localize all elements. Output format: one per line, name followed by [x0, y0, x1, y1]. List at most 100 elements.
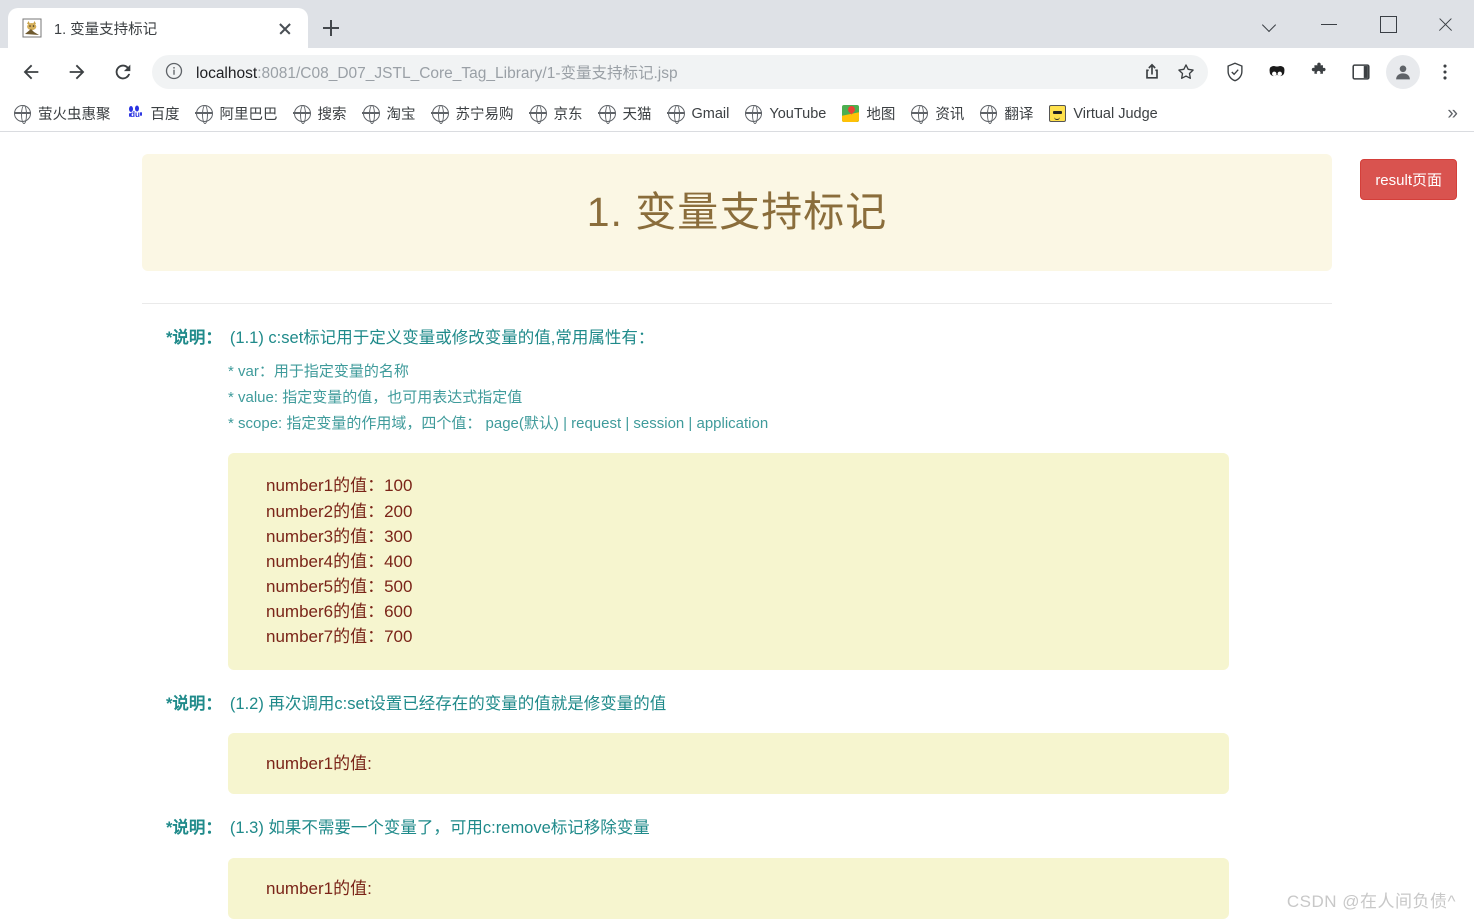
bookmark-label: 翻译 [1004, 107, 1034, 123]
note-text: (1.3) 如果不需要一个变量了，可用c:remove标记移除变量 [229, 819, 650, 838]
bookmark-item[interactable]: 搜索 [286, 99, 355, 128]
info-circle-icon[interactable] [164, 61, 186, 83]
output-row: number6的值：600 [266, 602, 413, 622]
browser-menu-button[interactable] [1428, 55, 1462, 89]
smiley-sunglasses-icon [1049, 105, 1067, 122]
attribute-list: * var：用于指定变量的名称 * value: 指定变量的值，也可用表达式指定… [228, 359, 1332, 438]
result-page-button[interactable]: result页面 [1360, 159, 1457, 200]
bookmark-item[interactable]: 苏宁易购 [424, 99, 522, 128]
globe-icon [979, 104, 998, 124]
bookmark-item[interactable]: 天猫 [591, 99, 660, 128]
note-text: (1.1) c:set标记用于定义变量或修改变量的值,常用属性有： [229, 329, 655, 348]
share-icon[interactable] [1136, 56, 1168, 88]
bookmark-label: 地图 [866, 107, 896, 123]
section-1-3: *说明： (1.3) 如果不需要一个变量了，可用c:remove标记移除变量 nu… [142, 816, 1332, 919]
output-row: number1的值：100 [266, 476, 413, 496]
bookmark-item[interactable]: YouTube [737, 101, 834, 126]
address-bar[interactable]: localhost:8081/C08_D07_JSTL_Core_Tag_Lib… [152, 55, 1208, 89]
bookmark-label: 萤火虫惠聚 [38, 107, 111, 123]
bookmark-label: 百度 [150, 107, 180, 123]
browser-tab[interactable]: 1. 变量支持标记 [8, 8, 308, 48]
globe-icon [598, 104, 616, 124]
url-host: localhost [196, 65, 258, 82]
reload-button[interactable] [105, 54, 141, 90]
baidu-icon [127, 105, 144, 122]
bookmarks-bar: 萤火虫惠聚 百度 阿里巴巴 搜索 淘宝 苏宁易购 京东 天猫 [0, 96, 1474, 132]
bookmark-item[interactable]: 阿里巴巴 [188, 99, 286, 128]
arrow-left-icon [23, 64, 39, 80]
minimize-button[interactable] [1300, 0, 1358, 48]
bookmark-item[interactable]: Gmail [660, 101, 738, 126]
bookmark-label: Virtual Judge [1073, 105, 1158, 122]
tab-title: 1. 变量支持标记 [54, 21, 158, 38]
url-path: :8081/C08_D07_JSTL_Core_Tag_Library/1-变量… [257, 65, 678, 82]
note-label: *说明： [166, 694, 222, 713]
bookmark-item[interactable]: 淘宝 [355, 99, 424, 128]
globe-icon [431, 104, 449, 124]
window-controls [1242, 0, 1474, 48]
bookmark-label: Gmail [691, 105, 730, 122]
puzzle-piece-icon[interactable] [1302, 55, 1336, 89]
web-page: 1. 变量支持标记 result页面 *说明： (1.1) c:set标记用于定义… [0, 132, 1474, 922]
output-row: number4的值：400 [266, 551, 413, 571]
bookmark-item[interactable]: 资讯 [903, 99, 972, 128]
shield-check-icon[interactable] [1218, 55, 1252, 89]
bookmark-item[interactable]: Virtual Judge [1041, 101, 1165, 126]
maximize-button[interactable] [1358, 0, 1416, 48]
note-text: (1.2) 再次调用c:set设置已经存在的变量的值就是修变量的值 [229, 694, 667, 713]
output-row: number1的值: [266, 754, 372, 774]
browser-toolbar-icons [1214, 55, 1466, 89]
close-icon[interactable] [272, 15, 298, 41]
page-title: 1. 变量支持标记 [586, 189, 888, 235]
globe-icon [362, 104, 380, 124]
address-bar-url: localhost:8081/C08_D07_JSTL_Core_Tag_Lib… [196, 61, 1136, 83]
attribute-item: * var：用于指定变量的名称 [228, 362, 409, 380]
tomcat-cat-icon [22, 18, 42, 38]
side-panel-icon[interactable] [1344, 55, 1378, 89]
bookmark-item[interactable]: 萤火虫惠聚 [6, 99, 119, 128]
page-header-banner: 1. 变量支持标记 [142, 154, 1332, 272]
globe-icon [744, 104, 763, 124]
bookmark-item[interactable]: 京东 [522, 99, 591, 128]
bookmark-label: 资讯 [935, 107, 965, 123]
bookmark-item[interactable]: 翻译 [972, 99, 1041, 128]
bookmark-label: 搜索 [317, 107, 347, 123]
bookmark-label: YouTube [769, 105, 827, 122]
globe-icon [293, 104, 311, 124]
csdn-watermark: CSDN @在人间负债^ [1286, 892, 1456, 911]
section-note: *说明： (1.3) 如果不需要一个变量了，可用c:remove标记移除变量 [166, 816, 1332, 842]
panda-icon[interactable] [1260, 55, 1294, 89]
new-tab-button[interactable] [314, 11, 348, 45]
reload-icon [115, 64, 131, 80]
output-row: number2的值：200 [266, 501, 413, 521]
note-label: *说明： [166, 329, 222, 348]
profile-avatar[interactable] [1386, 55, 1420, 89]
attribute-item: * value: 指定变量的值，也可用表达式指定值 [228, 388, 523, 406]
attribute-item: * scope: 指定变量的作用域，四个值： page(默认) | reques… [228, 415, 769, 433]
section-note: *说明： (1.2) 再次调用c:set设置已经存在的变量的值就是修变量的值 [166, 692, 1332, 718]
omnibox-actions [1136, 56, 1204, 88]
output-panel: number1的值：100 number2的值：200 number3的值：30… [228, 453, 1229, 670]
bookmark-label: 京东 [553, 107, 583, 123]
globe-icon [195, 104, 213, 124]
star-icon[interactable] [1170, 56, 1202, 88]
bookmark-item[interactable]: 地图 [834, 99, 903, 128]
output-row: number1的值: [266, 878, 372, 898]
globe-icon [910, 104, 929, 124]
bookmarks-overflow-button[interactable]: » [1437, 101, 1468, 127]
bookmark-item[interactable]: 百度 [119, 99, 188, 128]
globe-icon [529, 104, 547, 124]
output-row: number5的值：500 [266, 577, 413, 597]
page-container: 1. 变量支持标记 result页面 *说明： (1.1) c:set标记用于定义… [142, 132, 1457, 922]
tab-search-button[interactable] [1242, 0, 1300, 48]
bookmark-label: 苏宁易购 [455, 107, 514, 123]
output-row: number7的值：700 [266, 627, 413, 647]
close-window-button[interactable] [1416, 0, 1474, 48]
back-button[interactable] [13, 54, 49, 90]
tab-strip: 1. 变量支持标记 [0, 0, 1474, 48]
section-note: *说明： (1.1) c:set标记用于定义变量或修改变量的值,常用属性有： [166, 326, 1332, 352]
page-viewport: 1. 变量支持标记 result页面 *说明： (1.1) c:set标记用于定义… [0, 132, 1474, 922]
bookmark-label: 淘宝 [386, 107, 416, 123]
forward-button[interactable] [59, 54, 95, 90]
output-row: number3的值：300 [266, 526, 413, 546]
